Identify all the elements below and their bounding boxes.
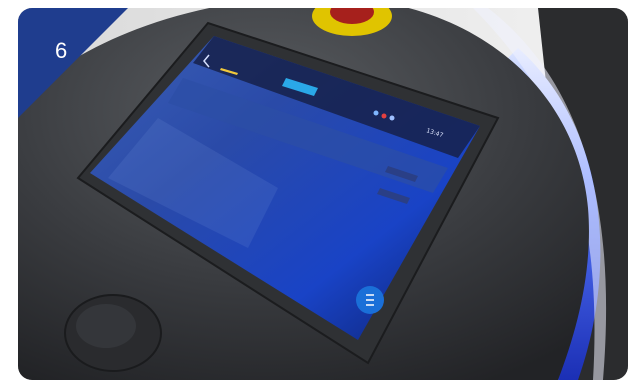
status-icon: [389, 115, 395, 121]
badge-triangle: [18, 8, 128, 118]
photo-frame: 13:47 6: [0, 0, 641, 383]
device-photo: 13:47 6: [18, 8, 628, 380]
step-number-badge: 6: [18, 8, 128, 118]
status-icon: [373, 110, 379, 116]
step-number: 6: [55, 38, 68, 63]
status-icon: [381, 113, 387, 119]
